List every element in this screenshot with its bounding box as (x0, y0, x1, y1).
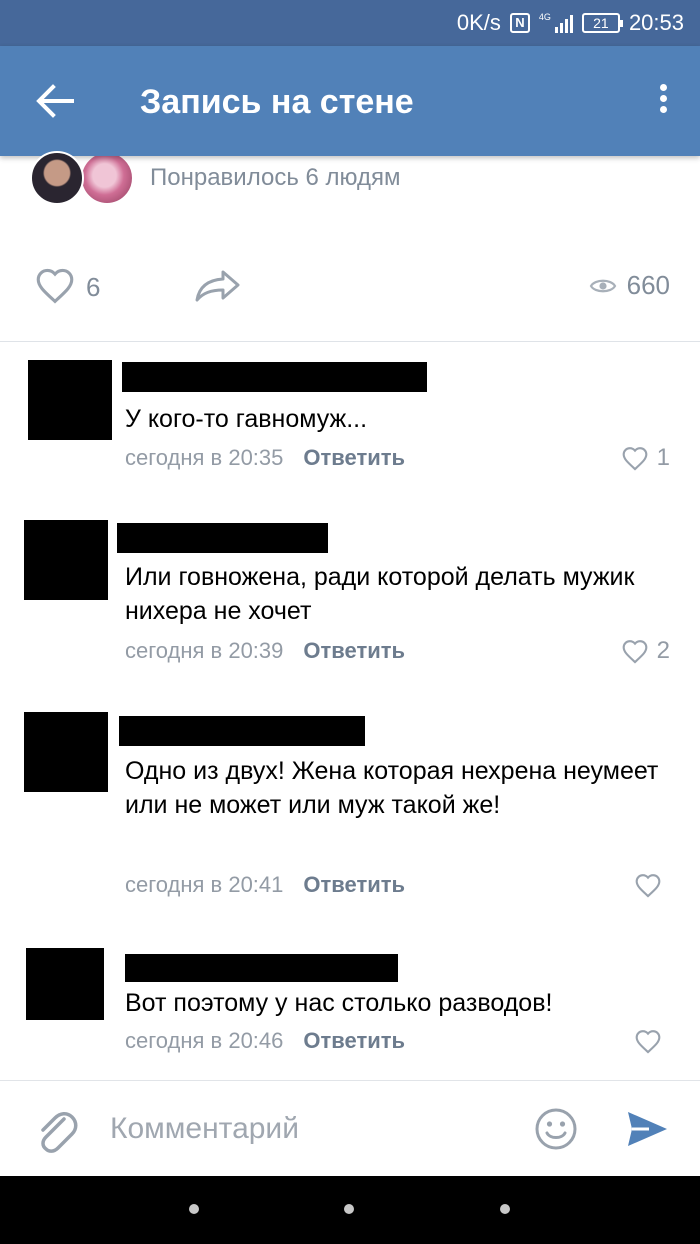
app-bar: Запись на стене (0, 46, 700, 156)
comment-time: сегодня в 20:35 (125, 445, 284, 470)
comment-item: Или говножена, ради которой делать мужик… (0, 510, 700, 670)
comment-text: У кого-то гавномуж... (125, 405, 368, 433)
network-type: 4G (538, 12, 551, 22)
avatar[interactable] (28, 360, 112, 440)
comment-input[interactable] (110, 1109, 510, 1149)
comment-author[interactable] (122, 362, 427, 392)
avatar[interactable] (80, 151, 134, 205)
more-vert-icon[interactable] (656, 84, 670, 120)
comment-text: Одно из двух! Жена которая нехрена неуме… (125, 757, 659, 819)
comment-like-button[interactable] (634, 872, 670, 898)
signal-icon: 4G (539, 13, 573, 33)
heart-icon (36, 268, 74, 304)
comment-text: Или говножена, ради которой делать мужик… (125, 563, 635, 625)
comment-meta: сегодня в 20:46 Ответить (125, 1028, 405, 1054)
comment-meta: сегодня в 20:35 Ответить (125, 445, 405, 471)
comment-like-button[interactable]: 2 (621, 637, 670, 665)
views-count: 660 (626, 270, 670, 300)
send-button[interactable] (625, 1107, 669, 1151)
avatar[interactable] (30, 151, 84, 205)
network-speed: 0K/s (456, 10, 501, 35)
heart-icon (635, 874, 661, 898)
heart-icon (635, 1030, 661, 1054)
heart-icon (622, 640, 648, 664)
status-bar: 0K/s N 4G 21 20:53 (0, 0, 700, 46)
comment-author[interactable] (117, 523, 328, 553)
back-button[interactable] (32, 80, 78, 122)
liked-by-text[interactable]: Понравилось 6 людям (150, 164, 401, 192)
attach-button[interactable] (34, 1107, 80, 1155)
comment-time: сегодня в 20:41 (125, 872, 284, 897)
arrow-left-icon (36, 84, 74, 118)
heart-icon (622, 447, 648, 471)
comment-item: У кого-то гавномуж... сегодня в 20:35 Отв… (0, 352, 700, 482)
comment-like-button[interactable]: 1 (621, 444, 670, 472)
reply-button[interactable]: Ответить (303, 445, 405, 470)
nav-recents-button[interactable] (500, 1204, 510, 1214)
comment-time: сегодня в 20:46 (125, 1028, 284, 1053)
nav-back-button[interactable] (189, 1204, 199, 1214)
page-title: Запись на стене (140, 83, 414, 121)
reply-button[interactable]: Ответить (303, 638, 405, 663)
avatar[interactable] (24, 520, 108, 600)
battery-icon: 21 (581, 13, 623, 33)
send-icon (628, 1112, 667, 1146)
clock: 20:53 (628, 10, 684, 35)
like-button[interactable]: 6 (34, 266, 114, 306)
comment-like-count: 1 (656, 444, 670, 471)
share-button[interactable] (193, 266, 243, 306)
comment-text: Вот поэтому у нас столько разводов! (125, 989, 553, 1017)
comment-item: Вот поэтому у нас столько разводов! сего… (0, 938, 700, 1068)
comment-meta: сегодня в 20:41 Ответить (125, 872, 405, 898)
avatar[interactable] (24, 712, 108, 792)
views-counter: 660 (589, 270, 670, 301)
comment-time: сегодня в 20:39 (125, 638, 284, 663)
comment-composer (0, 1080, 700, 1176)
comment-like-count: 2 (656, 637, 670, 664)
comment-like-button[interactable] (634, 1028, 670, 1054)
comment-meta: сегодня в 20:39 Ответить (125, 638, 405, 664)
eye-icon (589, 279, 616, 292)
likes-count: 6 (86, 272, 101, 302)
reply-button[interactable]: Ответить (303, 872, 405, 897)
comment-item: Одно из двух! Жена которая нехрена неуме… (0, 702, 700, 902)
comment-author[interactable] (125, 954, 398, 982)
comment-author[interactable] (119, 716, 365, 746)
share-icon (195, 270, 240, 302)
emoji-button[interactable] (534, 1107, 578, 1151)
avatar[interactable] (26, 948, 104, 1020)
paperclip-icon (41, 1112, 78, 1153)
nfc-icon: N (509, 13, 530, 33)
nav-home-button[interactable] (344, 1204, 354, 1214)
smiley-icon (535, 1108, 577, 1150)
reply-button[interactable]: Ответить (303, 1028, 405, 1053)
system-nav-bar (0, 1176, 700, 1244)
